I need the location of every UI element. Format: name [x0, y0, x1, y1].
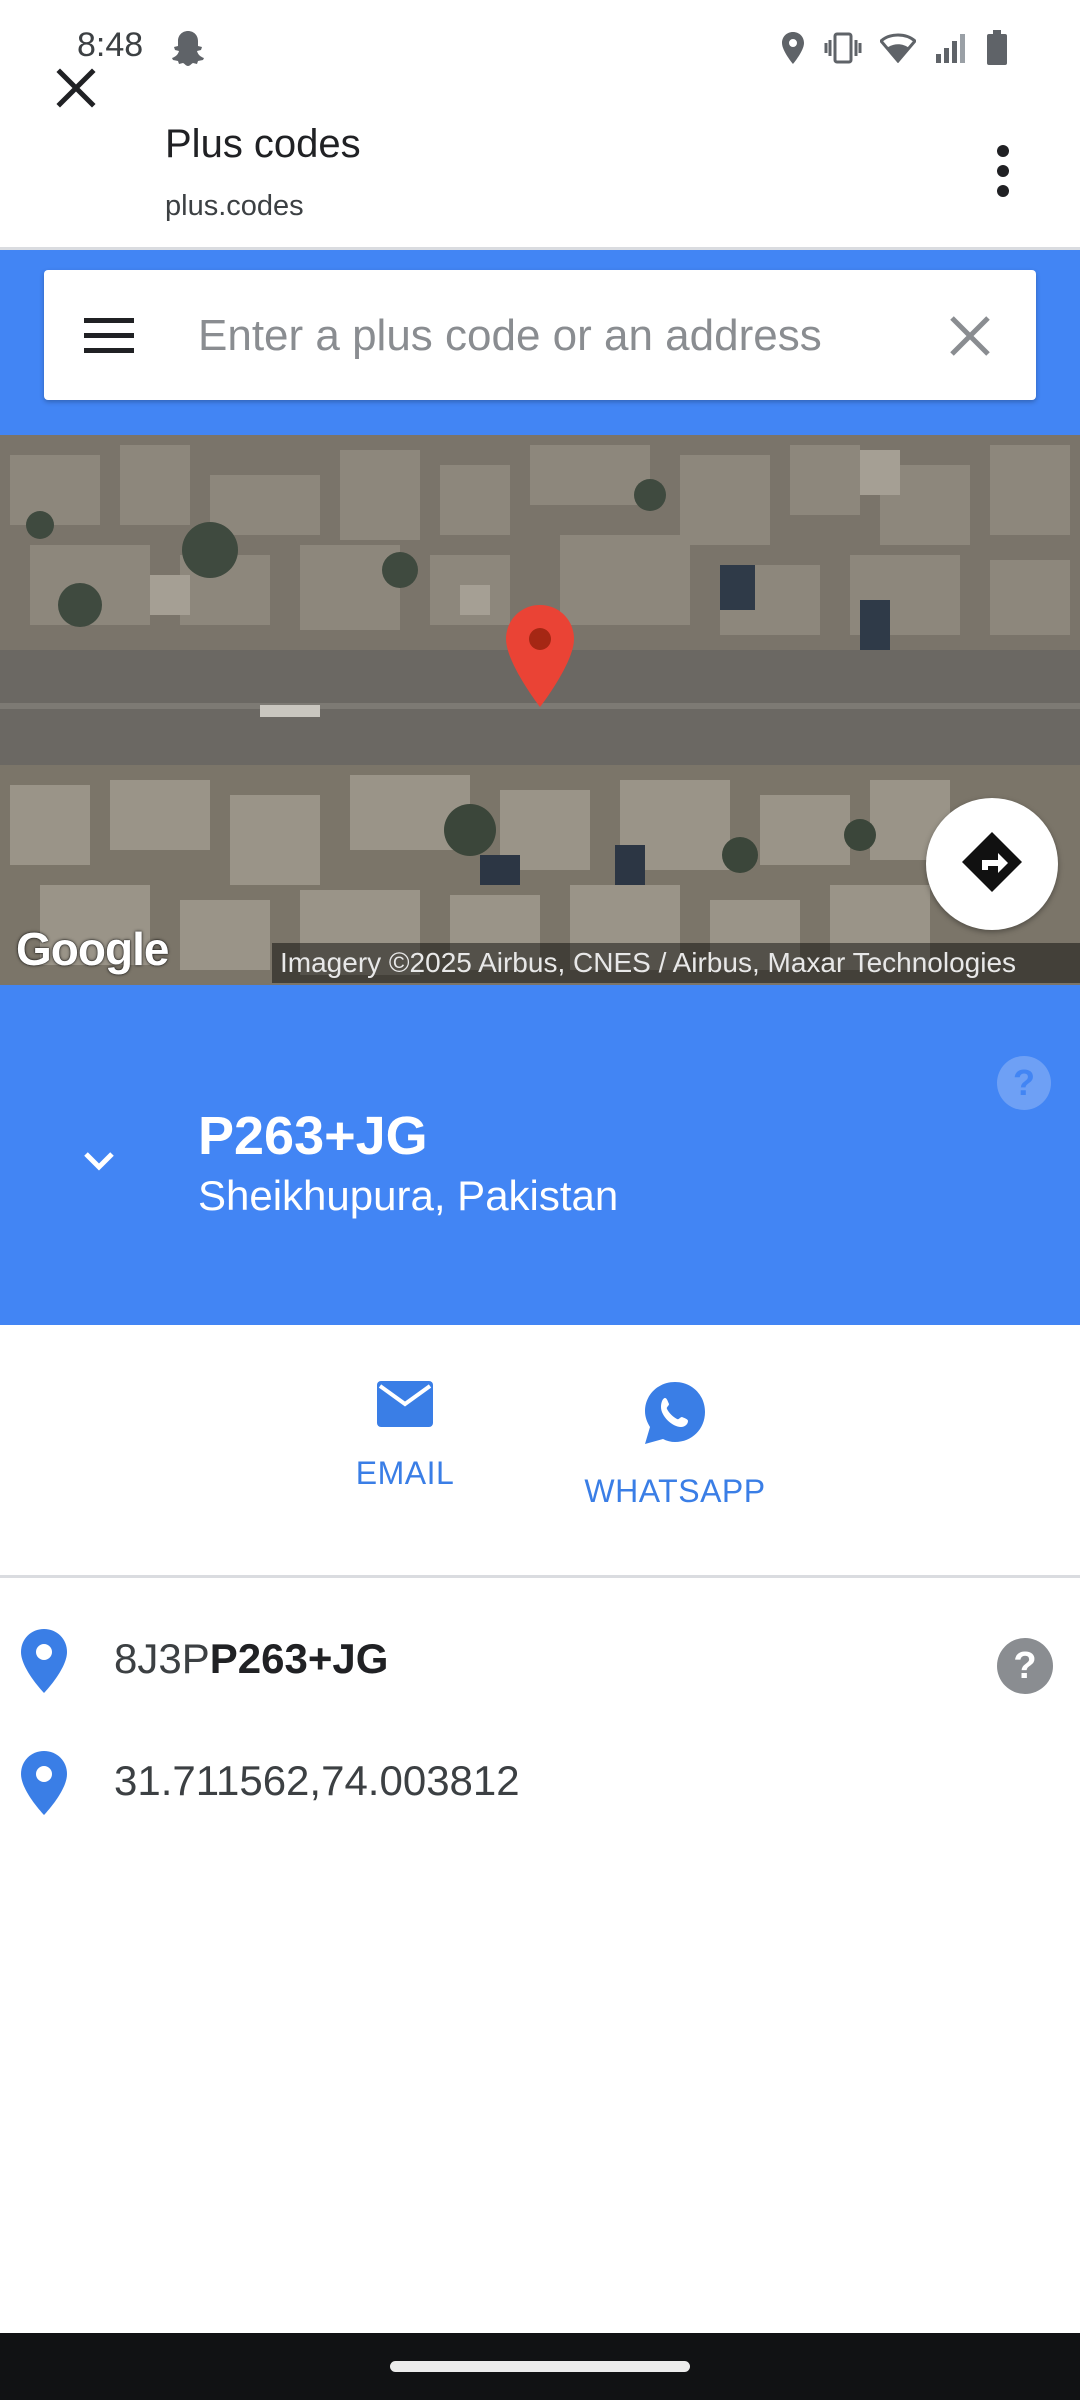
- clear-icon[interactable]: [944, 310, 996, 362]
- share-row: [0, 1325, 1080, 1578]
- coordinates-row: 31.711562,74.003812: [0, 1727, 1080, 1837]
- signal-icon: [934, 32, 968, 64]
- plus-code-title: P263+JG: [198, 1106, 428, 1166]
- battery-icon: [986, 30, 1008, 66]
- email-button[interactable]: EMAIL: [340, 1380, 470, 1492]
- location-icon: [780, 31, 806, 65]
- map-pin-icon[interactable]: [502, 603, 578, 709]
- satellite-map[interactable]: [0, 435, 1080, 985]
- svg-text:?: ?: [1013, 1645, 1036, 1687]
- coordinates-value: 31.711562,74.003812: [114, 1757, 520, 1804]
- map-attribution: Imagery ©2025 Airbus, CNES / Airbus, Max…: [272, 943, 1080, 983]
- page-title: Plus codes: [165, 122, 361, 166]
- code-area-prefix: 8J3P: [114, 1635, 210, 1682]
- snapchat-ghost-icon: [168, 28, 208, 68]
- code-local-suffix: P263+JG: [209, 1635, 389, 1682]
- locality-label: Sheikhupura, Pakistan: [198, 1172, 619, 1219]
- browser-toolbar: [0, 95, 1080, 250]
- hamburger-icon[interactable]: [80, 314, 138, 358]
- email-label: EMAIL: [355, 1455, 455, 1491]
- full-plus-code: 8J3PP263+JG: [114, 1635, 388, 1683]
- whatsapp-icon: [641, 1380, 709, 1451]
- location-pin-icon: [18, 1749, 70, 1817]
- chevron-down-icon[interactable]: [76, 1138, 122, 1184]
- status-icons: [780, 26, 1008, 70]
- help-icon[interactable]: ?: [996, 1637, 1054, 1695]
- full-code-row: 8J3PP263+JG: [0, 1605, 1080, 1715]
- email-icon: [376, 1380, 434, 1433]
- vibrate-icon: [824, 31, 862, 65]
- more-vert-icon[interactable]: [970, 135, 1036, 207]
- google-logo: Google: [16, 923, 169, 975]
- close-icon[interactable]: [40, 52, 112, 124]
- location-pin-icon: [18, 1627, 70, 1695]
- directions-icon: [960, 830, 1024, 899]
- search-input[interactable]: [198, 296, 918, 376]
- code-info-panel: [0, 985, 1080, 1325]
- whatsapp-label: WHATSAPP: [584, 1473, 766, 1509]
- wifi-icon: [880, 33, 916, 63]
- page-url: plus.codes: [165, 190, 304, 222]
- home-gesture-pill[interactable]: [390, 2361, 690, 2372]
- help-icon[interactable]: ?: [996, 1055, 1052, 1111]
- whatsapp-button[interactable]: WHATSAPP: [570, 1380, 780, 1510]
- svg-text:?: ?: [1013, 1062, 1035, 1103]
- directions-button[interactable]: [926, 798, 1058, 930]
